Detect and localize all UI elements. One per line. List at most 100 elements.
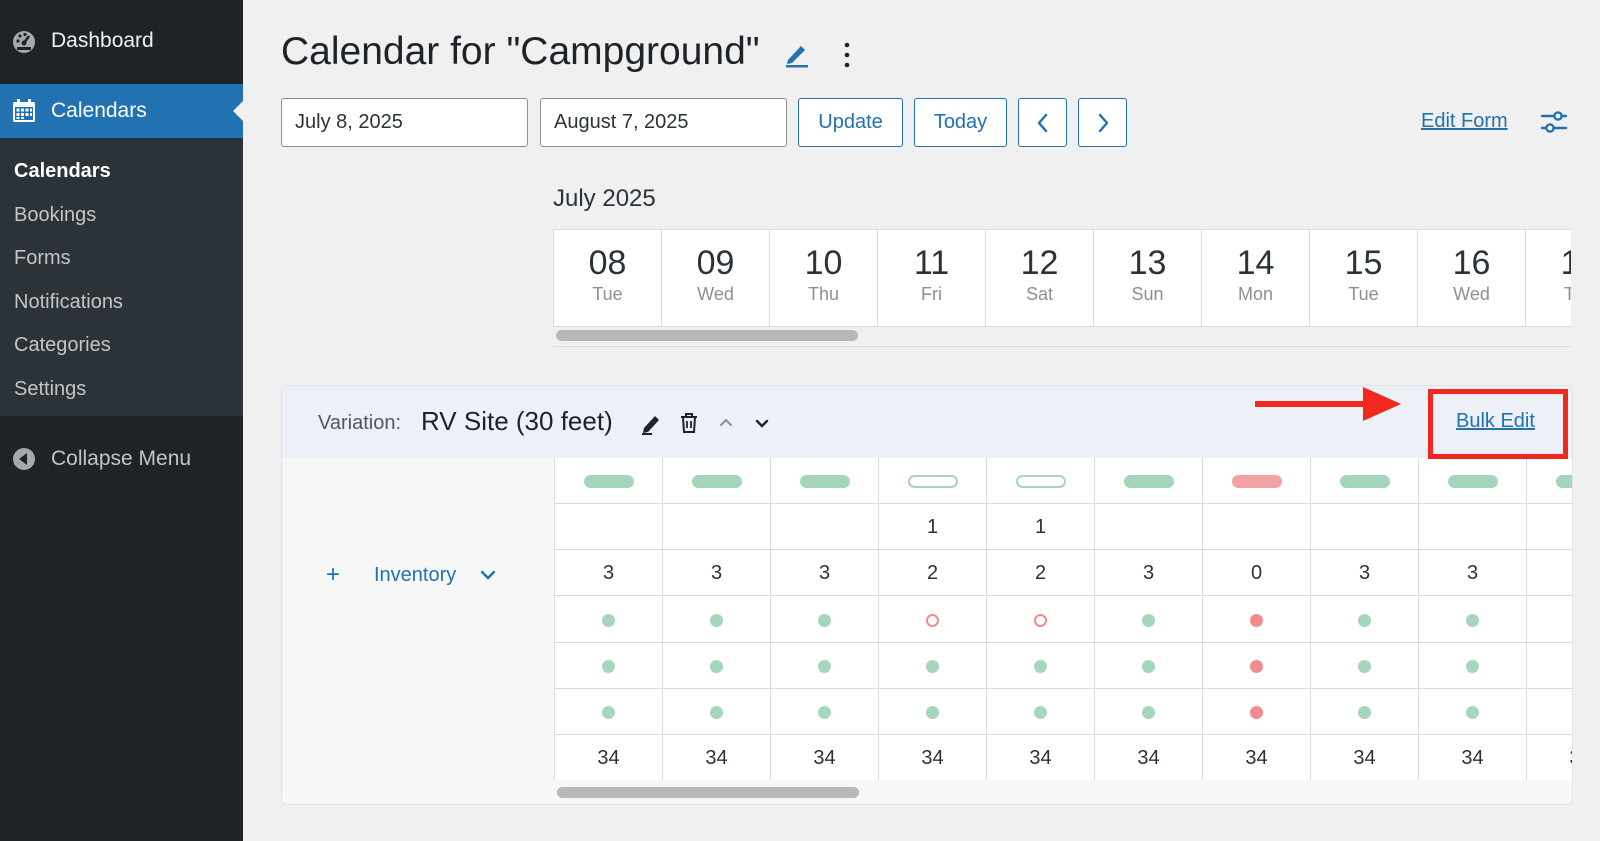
grid-cell[interactable]: 34 <box>1202 735 1310 780</box>
grid-cell[interactable]: 34 <box>554 735 662 780</box>
inventory-toggle[interactable]: Inventory <box>374 552 456 598</box>
grid-cell[interactable]: 0 <box>1202 550 1310 596</box>
chevron-down-icon[interactable] <box>477 564 499 586</box>
grid-cell[interactable] <box>1094 504 1202 550</box>
grid-cell[interactable] <box>1526 550 1572 596</box>
pencil-edit-icon[interactable] <box>640 411 664 435</box>
date-scrollbar[interactable] <box>553 328 1571 342</box>
submenu-settings[interactable]: Settings <box>0 368 243 412</box>
grid-cell[interactable] <box>1202 643 1310 689</box>
more-options-icon[interactable] <box>840 40 854 70</box>
grid-cell[interactable] <box>986 643 1094 689</box>
grid-cell[interactable] <box>770 504 878 550</box>
grid-cell[interactable] <box>1526 689 1572 735</box>
grid-cell[interactable] <box>986 597 1094 643</box>
grid-cell[interactable] <box>1418 689 1526 735</box>
edit-form-link[interactable]: Edit Form <box>1421 110 1508 133</box>
grid-cell[interactable]: 1 <box>878 504 986 550</box>
grid-cell[interactable] <box>1526 643 1572 689</box>
grid-cell[interactable] <box>1310 689 1418 735</box>
settings-sliders-icon[interactable] <box>1540 108 1568 136</box>
grid-cell[interactable]: 3 <box>1094 550 1202 596</box>
submenu-notifications[interactable]: Notifications <box>0 281 243 325</box>
grid-cell[interactable] <box>1418 597 1526 643</box>
update-button[interactable]: Update <box>798 98 903 147</box>
grid-cell[interactable] <box>1418 458 1526 504</box>
chevron-down-icon[interactable] <box>750 411 774 435</box>
next-button[interactable] <box>1078 98 1127 147</box>
grid-cell[interactable] <box>1202 504 1310 550</box>
submenu-categories[interactable]: Categories <box>0 324 243 368</box>
grid-cell[interactable] <box>554 458 662 504</box>
grid-cell[interactable]: 1 <box>986 504 1094 550</box>
grid-cell[interactable]: 3 <box>1418 550 1526 596</box>
end-date-input[interactable] <box>540 98 787 147</box>
grid-cell[interactable] <box>662 458 770 504</box>
grid-cell[interactable]: 3 <box>554 550 662 596</box>
grid-cell[interactable]: 2 <box>986 550 1094 596</box>
grid-cell[interactable] <box>1310 458 1418 504</box>
grid-cell[interactable] <box>1310 597 1418 643</box>
grid-cell[interactable] <box>662 597 770 643</box>
grid-cell[interactable] <box>662 643 770 689</box>
sidebar-item-calendars[interactable]: Calendars <box>0 84 243 138</box>
grid-scrollbar[interactable] <box>554 785 1572 799</box>
pencil-edit-icon[interactable] <box>784 40 810 68</box>
grid-cell[interactable] <box>554 504 662 550</box>
grid-cell[interactable] <box>770 689 878 735</box>
grid-cell[interactable] <box>1310 643 1418 689</box>
grid-cell[interactable] <box>662 689 770 735</box>
grid-cell[interactable] <box>878 597 986 643</box>
grid-cell[interactable] <box>986 458 1094 504</box>
sidebar-item-dashboard[interactable]: Dashboard <box>0 14 243 68</box>
grid-cell[interactable]: 3 <box>770 550 878 596</box>
grid-cell[interactable]: 2 <box>878 550 986 596</box>
grid-cell[interactable]: 34 <box>878 735 986 780</box>
grid-cell[interactable]: 3 <box>662 550 770 596</box>
grid-cell[interactable] <box>1202 597 1310 643</box>
submenu-forms[interactable]: Forms <box>0 237 243 281</box>
grid-cell[interactable] <box>554 597 662 643</box>
grid-cell[interactable] <box>1526 597 1572 643</box>
grid-cell[interactable]: 34 <box>1418 735 1526 780</box>
grid-cell[interactable] <box>1094 597 1202 643</box>
today-button[interactable]: Today <box>914 98 1007 147</box>
collapse-menu-button[interactable]: Collapse Menu <box>0 432 243 486</box>
grid-cell[interactable] <box>878 458 986 504</box>
grid-cell[interactable] <box>986 689 1094 735</box>
grid-cell[interactable]: 34 <box>1526 735 1572 780</box>
start-date-input[interactable] <box>281 98 528 147</box>
grid-cell[interactable]: 34 <box>986 735 1094 780</box>
previous-button[interactable] <box>1018 98 1067 147</box>
grid-cell[interactable] <box>554 643 662 689</box>
grid-cell[interactable]: 34 <box>1310 735 1418 780</box>
grid-cell[interactable]: 3 <box>1310 550 1418 596</box>
grid-cell[interactable]: 34 <box>1094 735 1202 780</box>
grid-cell[interactable] <box>1526 458 1572 504</box>
grid-cell[interactable] <box>554 689 662 735</box>
submenu-bookings[interactable]: Bookings <box>0 194 243 238</box>
grid-cell[interactable] <box>878 689 986 735</box>
trash-icon[interactable] <box>677 411 701 435</box>
grid-cell[interactable] <box>1094 458 1202 504</box>
grid-cell[interactable] <box>878 643 986 689</box>
grid-cell[interactable] <box>1526 504 1572 550</box>
scrollbar-thumb[interactable] <box>556 330 858 341</box>
grid-cell[interactable] <box>770 458 878 504</box>
grid-cell[interactable] <box>1202 458 1310 504</box>
chevron-up-icon[interactable] <box>714 411 738 435</box>
grid-cell[interactable] <box>662 504 770 550</box>
grid-cell[interactable] <box>1094 689 1202 735</box>
grid-cell[interactable] <box>770 597 878 643</box>
grid-cell[interactable] <box>1094 643 1202 689</box>
grid-cell[interactable] <box>770 643 878 689</box>
grid-cell[interactable] <box>1418 504 1526 550</box>
grid-cell[interactable] <box>1310 504 1418 550</box>
grid-cell[interactable]: 34 <box>662 735 770 780</box>
grid-cell[interactable]: 34 <box>770 735 878 780</box>
add-inventory-button[interactable]: + <box>326 552 340 598</box>
scrollbar-thumb[interactable] <box>557 787 859 798</box>
grid-cell[interactable] <box>1202 689 1310 735</box>
grid-cell[interactable] <box>1418 643 1526 689</box>
submenu-calendars[interactable]: Calendars <box>0 150 243 194</box>
